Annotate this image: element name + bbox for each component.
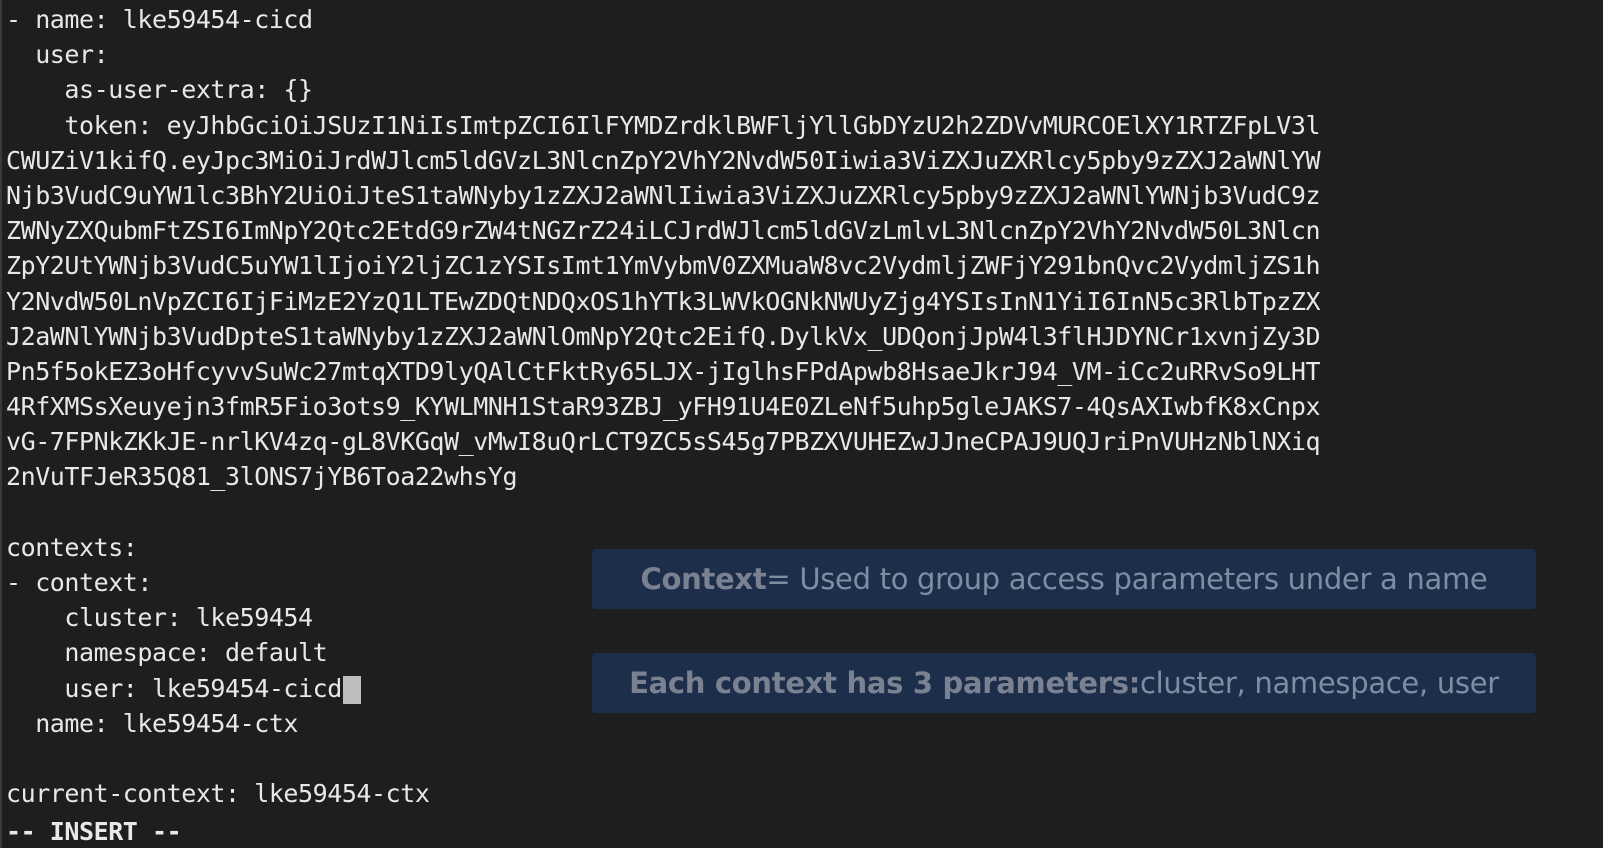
editor-line-20-text: user: lke59454-cicd: [6, 673, 342, 703]
editor-line-23: current-context: lke59454-ctx: [6, 779, 430, 809]
editor-line-6: Njb3VudC9uYW1lc3BhY2UiOiJteS1taWNyby1zZX…: [6, 180, 1321, 210]
editor-line-15: [6, 495, 1603, 530]
context-parameters-callout: Each context has 3 parameters: cluster, …: [592, 653, 1536, 713]
editor-line-5: CWUZiV1kifQ.eyJpc3MiOiJrdWJlcm5ldGVzL3Nl…: [6, 145, 1321, 175]
editor-line-8: ZpY2UtYWNjb3VudC5uYW1lIjoiY2ljZC1zYSIsIm…: [6, 251, 1321, 281]
callout-lead: Each context has 3 parameters:: [629, 666, 1140, 700]
editor-line-4: token: eyJhbGciOiJSUzI1NiIsImtpZCI6IlFYM…: [6, 110, 1321, 140]
editor-line-13: vG-7FPNkZKkJE-nrlKV4zq-gL8VKGqW_vMwI8uQr…: [6, 427, 1321, 457]
callout-term: Context: [640, 562, 767, 596]
editor-line-9: Y2NvdW50LnVpZCI6IjFiMzE2YzQ1LTEwZDQtNDQx…: [6, 286, 1321, 316]
editor-line-1: - name: lke59454-cicd: [6, 5, 313, 34]
text-cursor: [342, 675, 361, 704]
editor-line-10: J2aWNlYWNjb3VudDpteS1taWNyby1zZXJ2aWNlOm…: [6, 321, 1321, 351]
editor-line-14: 2nVuTFJeR35Q81_3lONS7jYB6Toa22whsYg: [6, 462, 518, 492]
callout-params: cluster, namespace, user: [1140, 666, 1499, 700]
editor-line-2: user:: [6, 40, 109, 70]
vim-mode-indicator: -- INSERT --: [6, 817, 182, 846]
editor-line-7: ZWNyZXQubmFtZSI6ImNpY2Qtc2EtdG9rZW4tNGZr…: [6, 216, 1321, 246]
callout-definition: = Used to group access parameters under …: [766, 562, 1488, 596]
terminal-window[interactable]: - name: lke59454-cicd user: as-user-extr…: [0, 0, 1603, 848]
editor-line-22: [6, 741, 1603, 776]
editor-line-12: 4RfXMSsXeuyejn3fmR5Fio3ots9_KYWLMNH1StaR…: [6, 392, 1321, 422]
editor-line-3: as-user-extra: {}: [6, 75, 313, 105]
editor-line-11: Pn5f5okEZ3oHfcyvvSuWc27mtqXTD9lyQAlCtFkt…: [6, 356, 1321, 386]
context-definition-callout: Context = Used to group access parameter…: [592, 549, 1536, 609]
window-edge: [0, 0, 2, 848]
